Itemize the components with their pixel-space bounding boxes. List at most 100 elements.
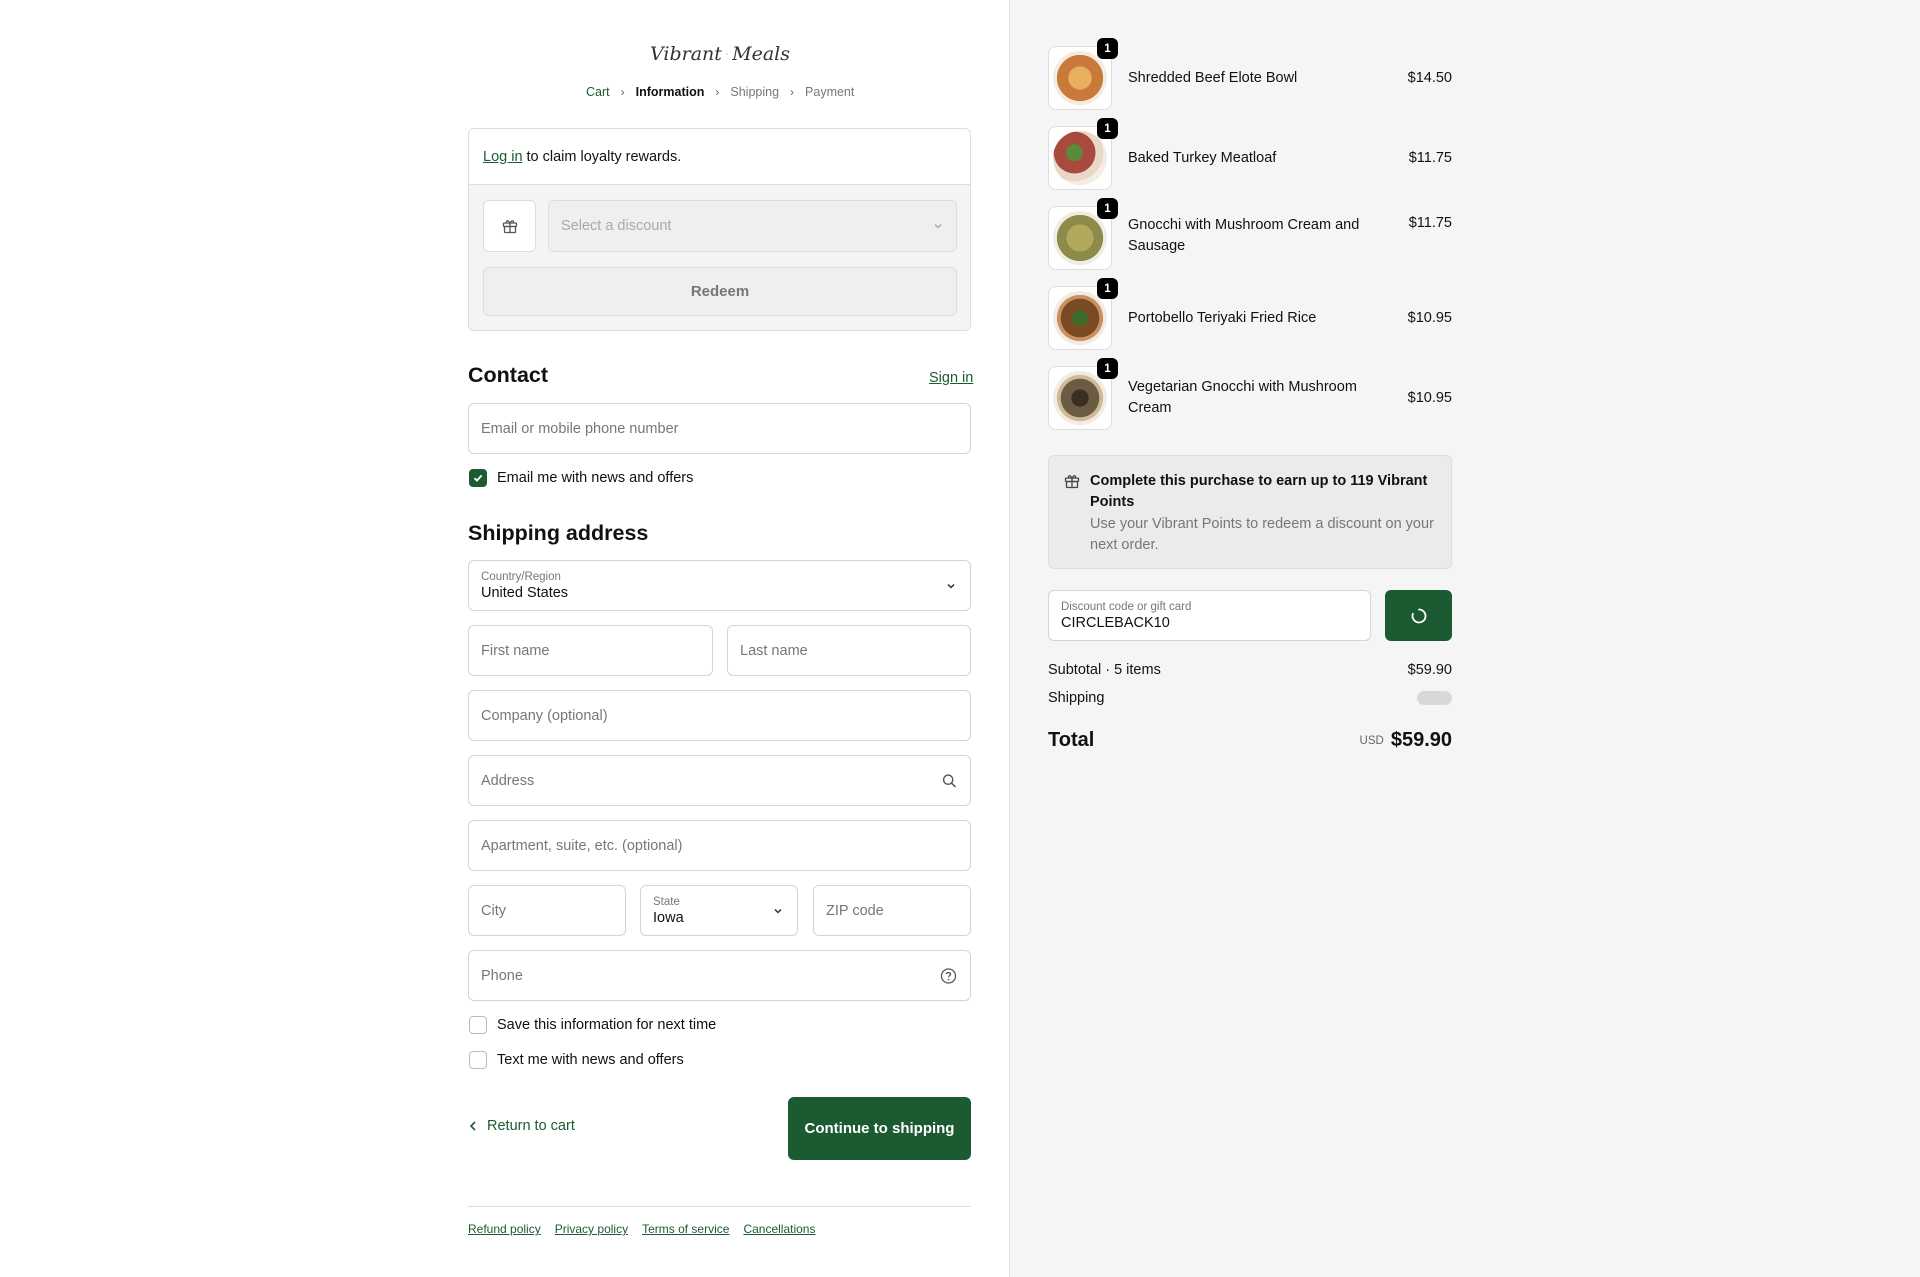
discount-code-value: CIRCLEBACK10 — [1061, 614, 1170, 631]
state-select[interactable]: State Iowa — [640, 885, 798, 936]
gift-button[interactable] — [483, 200, 536, 252]
return-to-cart-label: Return to cart — [487, 1118, 575, 1134]
subtotal-row: Subtotal · 5 items $59.90 — [1048, 662, 1452, 678]
loading-spinner-icon — [1411, 608, 1426, 623]
footer-divider — [468, 1206, 971, 1207]
shipping-row: Shipping — [1048, 690, 1452, 706]
state-value: Iowa — [653, 909, 684, 926]
breadcrumb-payment: Payment — [805, 85, 855, 99]
discount-select[interactable]: Select a discount — [548, 200, 957, 252]
email-news-checkbox[interactable] — [469, 469, 487, 487]
gift-icon — [1064, 475, 1080, 489]
first-name-field[interactable]: First name — [468, 625, 713, 676]
chevron-left-icon — [469, 1121, 476, 1131]
text-news-option[interactable]: Text me with news and offers — [469, 1051, 684, 1069]
product-image — [1053, 131, 1107, 185]
item-name: Shredded Beef Elote Bowl — [1128, 69, 1298, 86]
loyalty-redeem-area: Select a discount Redeem — [469, 185, 970, 330]
item-price: $10.95 — [1407, 390, 1452, 406]
sign-in-link[interactable]: Sign in — [929, 370, 973, 386]
breadcrumb-information: Information — [635, 85, 705, 99]
item-price: $14.50 — [1407, 70, 1452, 86]
line-item: 1 Vegetarian Gnocchi with Mushroom Cream… — [1048, 358, 1452, 430]
currency-code: USD — [1359, 734, 1384, 747]
text-news-checkbox[interactable] — [469, 1051, 487, 1069]
address-search — [942, 773, 957, 788]
phone-help[interactable] — [940, 967, 957, 984]
product-image — [1053, 371, 1107, 425]
country-select[interactable]: Country/Region United States — [468, 560, 971, 611]
email-field[interactable]: Email or mobile phone number — [468, 403, 971, 454]
product-image — [1053, 51, 1107, 105]
quantity-badge: 1 — [1097, 278, 1118, 299]
product-image — [1053, 291, 1107, 345]
cancellations-link[interactable]: Cancellations — [743, 1222, 815, 1236]
country-label: Country/Region — [481, 570, 561, 583]
apply-discount-button[interactable] — [1385, 590, 1452, 641]
product-thumbnail: 1 — [1048, 358, 1118, 430]
save-info-option[interactable]: Save this information for next time — [469, 1016, 716, 1034]
brand-logo[interactable]: Vibrant Meals — [650, 34, 790, 74]
email-placeholder: Email or mobile phone number — [481, 420, 679, 437]
item-price: $10.95 — [1407, 310, 1452, 326]
points-subtitle: Use your Vibrant Points to redeem a disc… — [1090, 516, 1434, 553]
line-item: 1 Gnocchi with Mushroom Cream and Sausag… — [1048, 198, 1452, 270]
gift-icon — [502, 220, 517, 234]
privacy-policy-link[interactable]: Privacy policy — [555, 1222, 628, 1236]
return-to-cart-link[interactable]: Return to cart — [468, 1118, 575, 1134]
terms-of-service-link[interactable]: Terms of service — [642, 1222, 729, 1236]
footer-links: Refund policy Privacy policy Terms of se… — [468, 1222, 815, 1236]
text-news-label: Text me with news and offers — [497, 1052, 684, 1068]
last-name-field[interactable]: Last name — [727, 625, 971, 676]
product-thumbnail: 1 — [1048, 278, 1118, 350]
refund-policy-link[interactable]: Refund policy — [468, 1222, 541, 1236]
city-field[interactable]: City — [468, 885, 626, 936]
state-chevron — [772, 905, 784, 917]
quantity-badge: 1 — [1097, 38, 1118, 59]
apartment-placeholder: Apartment, suite, etc. (optional) — [481, 837, 683, 854]
line-item: 1 Shredded Beef Elote Bowl $14.50 — [1048, 38, 1452, 110]
login-link[interactable]: Log in — [483, 149, 523, 165]
discount-code-field[interactable]: Discount code or gift card CIRCLEBACK10 — [1048, 590, 1371, 641]
redeem-button[interactable]: Redeem — [483, 267, 957, 316]
shipping-heading: Shipping address — [468, 521, 649, 545]
discount-code-label: Discount code or gift card — [1061, 600, 1192, 613]
chevron-right-icon: › — [620, 85, 625, 99]
country-value: United States — [481, 584, 569, 601]
apartment-field[interactable]: Apartment, suite, etc. (optional) — [468, 820, 971, 871]
total-value: $59.90 — [1390, 729, 1452, 751]
help-circle-icon — [940, 967, 957, 984]
zip-field[interactable]: ZIP code — [813, 885, 971, 936]
line-item: 1 Baked Turkey Meatloaf $11.75 — [1048, 118, 1452, 190]
breadcrumb-shipping: Shipping — [730, 85, 780, 99]
email-news-option[interactable]: Email me with news and offers — [469, 469, 693, 487]
chevron-down-icon — [774, 908, 782, 914]
logo-text-right: Meals — [732, 43, 790, 65]
address-field[interactable]: Address — [468, 755, 971, 806]
line-item: 1 Portobello Teriyaki Fried Rice $10.95 — [1048, 278, 1452, 350]
breadcrumb: Cart › Information › Shipping › Payment — [586, 85, 854, 99]
company-placeholder: Company (optional) — [481, 707, 608, 724]
product-thumbnail: 1 — [1048, 118, 1118, 190]
shipping-cost-label: Shipping — [1048, 690, 1105, 706]
first-name-placeholder: First name — [481, 642, 550, 659]
breadcrumb-cart[interactable]: Cart — [586, 85, 610, 99]
product-image — [1053, 211, 1107, 265]
chevron-right-icon: › — [715, 85, 720, 99]
save-info-checkbox[interactable] — [469, 1016, 487, 1034]
logo-text-left: Vibrant — [650, 43, 722, 65]
quantity-badge: 1 — [1097, 198, 1118, 219]
continue-to-shipping-button[interactable]: Continue to shipping — [788, 1097, 971, 1160]
chevron-right-icon: › — [790, 85, 795, 99]
fork-knife-leaf-icon — [726, 52, 728, 56]
state-label: State — [653, 895, 680, 908]
phone-field[interactable]: Phone — [468, 950, 971, 1001]
total-amount: USD $59.90 — [1360, 729, 1452, 752]
quantity-badge: 1 — [1097, 358, 1118, 379]
item-price: $11.75 — [1408, 150, 1452, 166]
contact-heading: Contact — [468, 363, 549, 387]
phone-placeholder: Phone — [481, 967, 523, 984]
company-field[interactable]: Company (optional) — [468, 690, 971, 741]
zip-placeholder: ZIP code — [826, 902, 884, 919]
email-news-label: Email me with news and offers — [497, 470, 694, 486]
